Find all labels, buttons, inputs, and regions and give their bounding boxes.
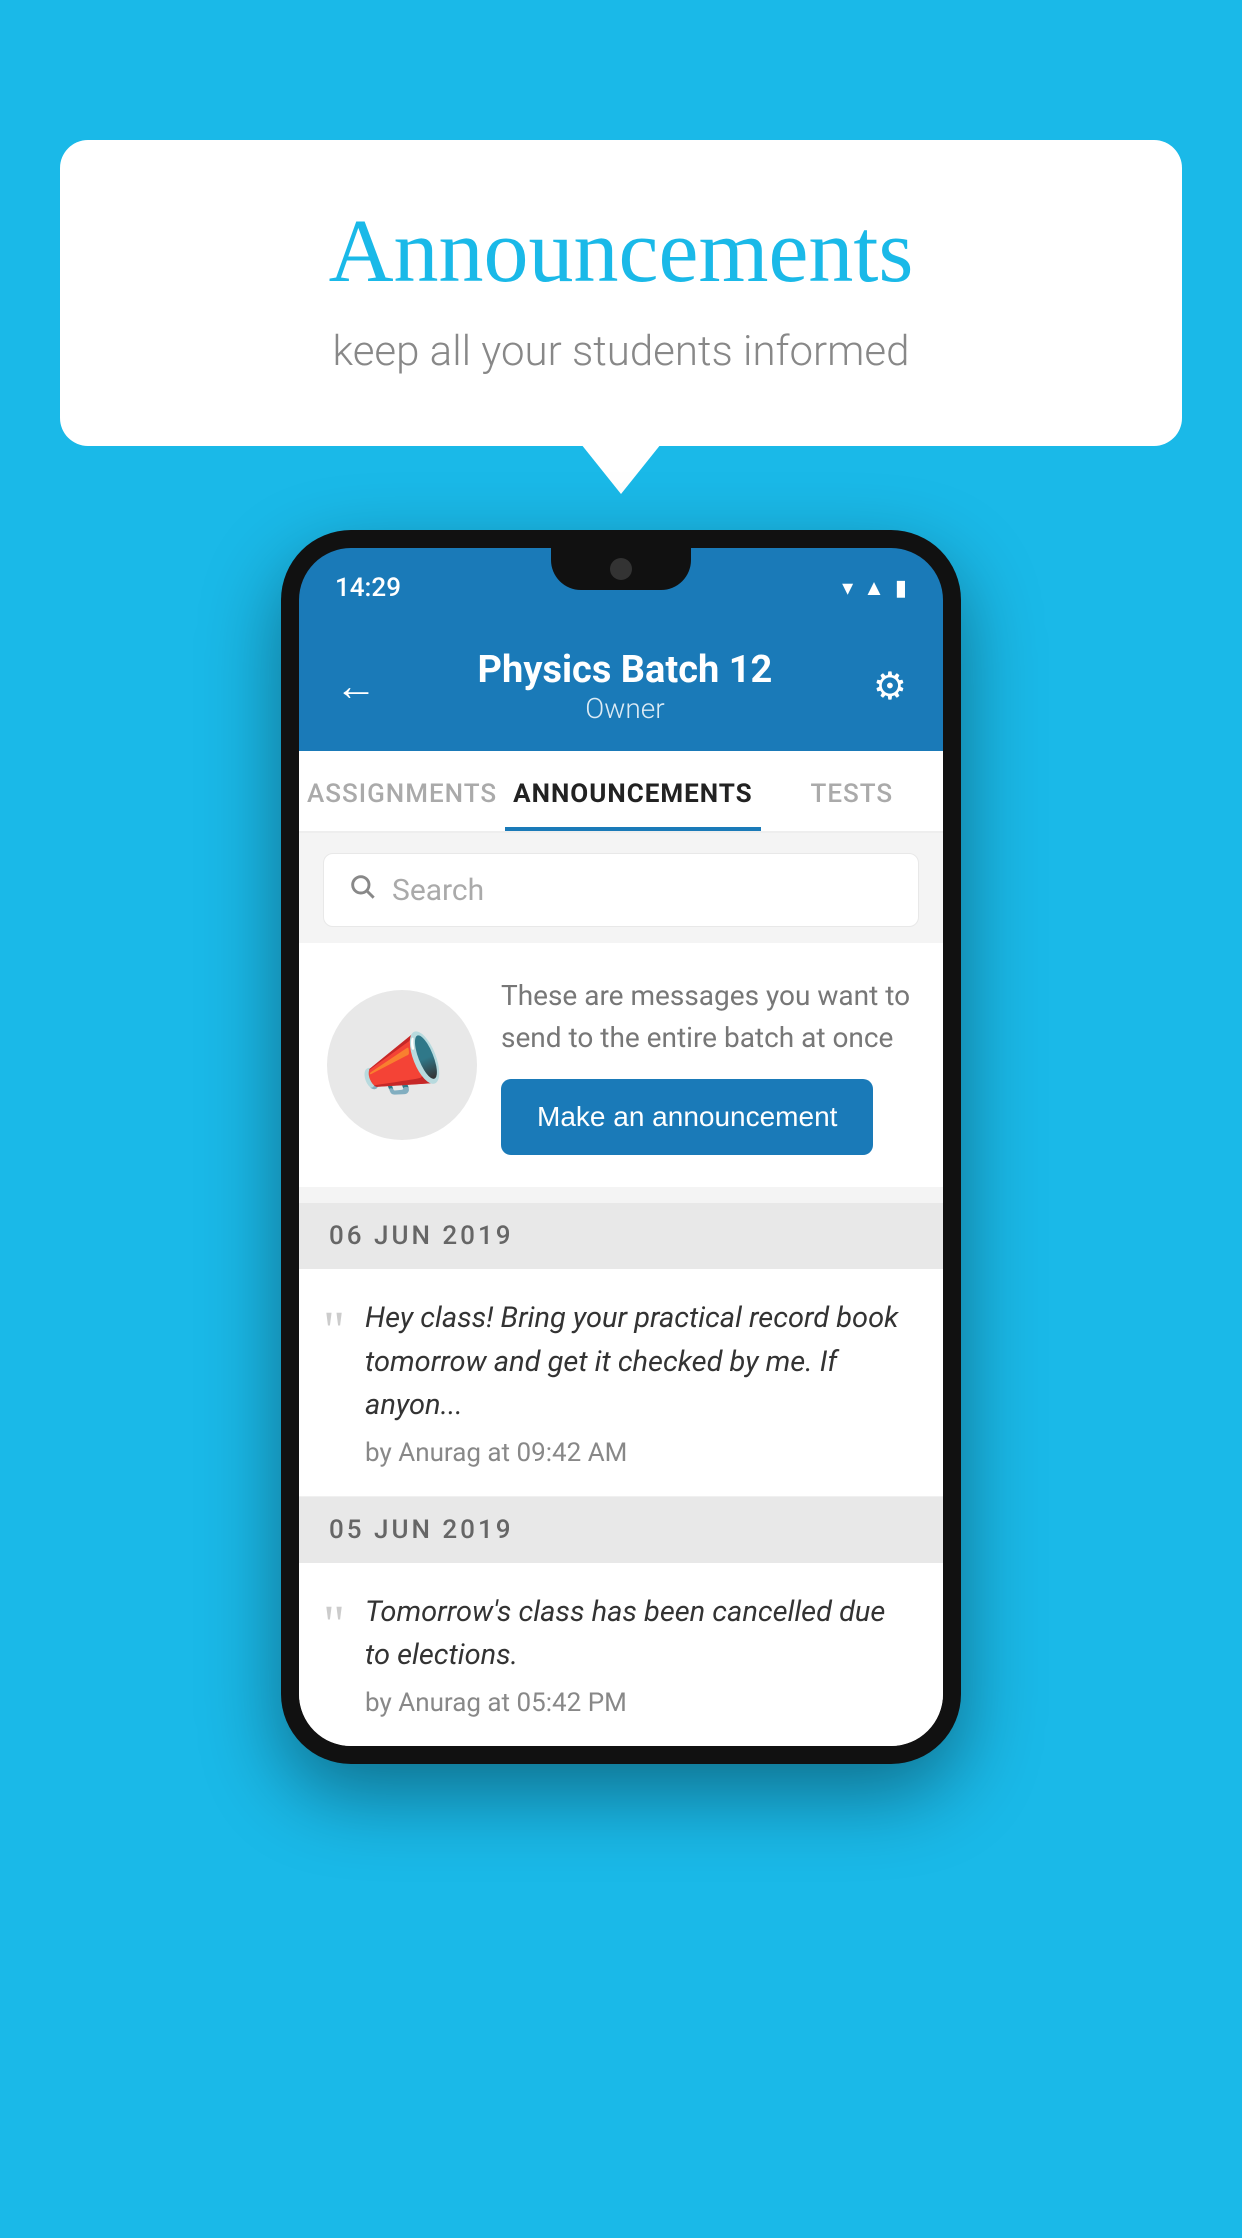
status-bar: 14:29 ▾ ▲ ▮ (299, 548, 943, 628)
announcement-content-2: Tomorrow's class has been cancelled due … (365, 1591, 915, 1718)
speech-bubble-section: Announcements keep all your students inf… (60, 140, 1182, 446)
megaphone-circle: 📣 (327, 990, 477, 1140)
phone-screen: ← Physics Batch 12 Owner ⚙ ASSIGNMENTS A… (299, 628, 943, 1746)
tabs-bar: ASSIGNMENTS ANNOUNCEMENTS TESTS (299, 751, 943, 833)
settings-icon[interactable]: ⚙ (873, 664, 907, 709)
header-subtitle: Owner (377, 692, 873, 725)
search-icon (348, 872, 376, 908)
tab-assignments[interactable]: ASSIGNMENTS (299, 751, 505, 831)
notch (551, 548, 691, 590)
date-separator-2: 05 JUN 2019 (299, 1497, 943, 1563)
camera-notch (610, 558, 632, 580)
announcement-item-1[interactable]: " Hey class! Bring your practical record… (299, 1269, 943, 1497)
quote-icon-1: " (323, 1303, 345, 1357)
bubble-title: Announcements (140, 200, 1102, 303)
header-center: Physics Batch 12 Owner (377, 648, 873, 725)
back-button[interactable]: ← (335, 662, 377, 711)
promo-right: These are messages you want to send to t… (501, 975, 915, 1155)
megaphone-icon: 📣 (360, 1025, 445, 1105)
announcement-meta-2: by Anurag at 05:42 PM (365, 1688, 915, 1718)
promo-description: These are messages you want to send to t… (501, 975, 915, 1059)
bubble-subtitle: keep all your students informed (140, 327, 1102, 376)
app-header: ← Physics Batch 12 Owner ⚙ (299, 628, 943, 751)
announcement-item-2[interactable]: " Tomorrow's class has been cancelled du… (299, 1563, 943, 1746)
status-time: 14:29 (335, 573, 401, 603)
announcement-text-1: Hey class! Bring your practical record b… (365, 1297, 915, 1428)
wifi-icon: ▾ (842, 576, 853, 601)
quote-icon-2: " (323, 1597, 345, 1651)
announcement-meta-1: by Anurag at 09:42 AM (365, 1438, 915, 1468)
speech-bubble: Announcements keep all your students inf… (60, 140, 1182, 446)
phone-wrapper: 14:29 ▾ ▲ ▮ ← Physics Batch 12 Owner ⚙ A… (281, 530, 961, 2238)
status-icons: ▾ ▲ ▮ (842, 575, 907, 601)
battery-icon: ▮ (895, 576, 907, 601)
phone-device: 14:29 ▾ ▲ ▮ ← Physics Batch 12 Owner ⚙ A… (281, 530, 961, 1764)
make-announcement-button[interactable]: Make an announcement (501, 1079, 873, 1155)
header-title: Physics Batch 12 (377, 648, 873, 692)
search-bar[interactable]: Search (323, 853, 919, 927)
search-placeholder: Search (392, 873, 484, 908)
announcement-content-1: Hey class! Bring your practical record b… (365, 1297, 915, 1468)
announcement-text-2: Tomorrow's class has been cancelled due … (365, 1591, 915, 1678)
date-separator-1: 06 JUN 2019 (299, 1203, 943, 1269)
promo-card: 📣 These are messages you want to send to… (299, 943, 943, 1187)
tab-tests[interactable]: TESTS (761, 751, 943, 831)
tab-announcements[interactable]: ANNOUNCEMENTS (505, 751, 760, 831)
signal-icon: ▲ (863, 575, 885, 601)
